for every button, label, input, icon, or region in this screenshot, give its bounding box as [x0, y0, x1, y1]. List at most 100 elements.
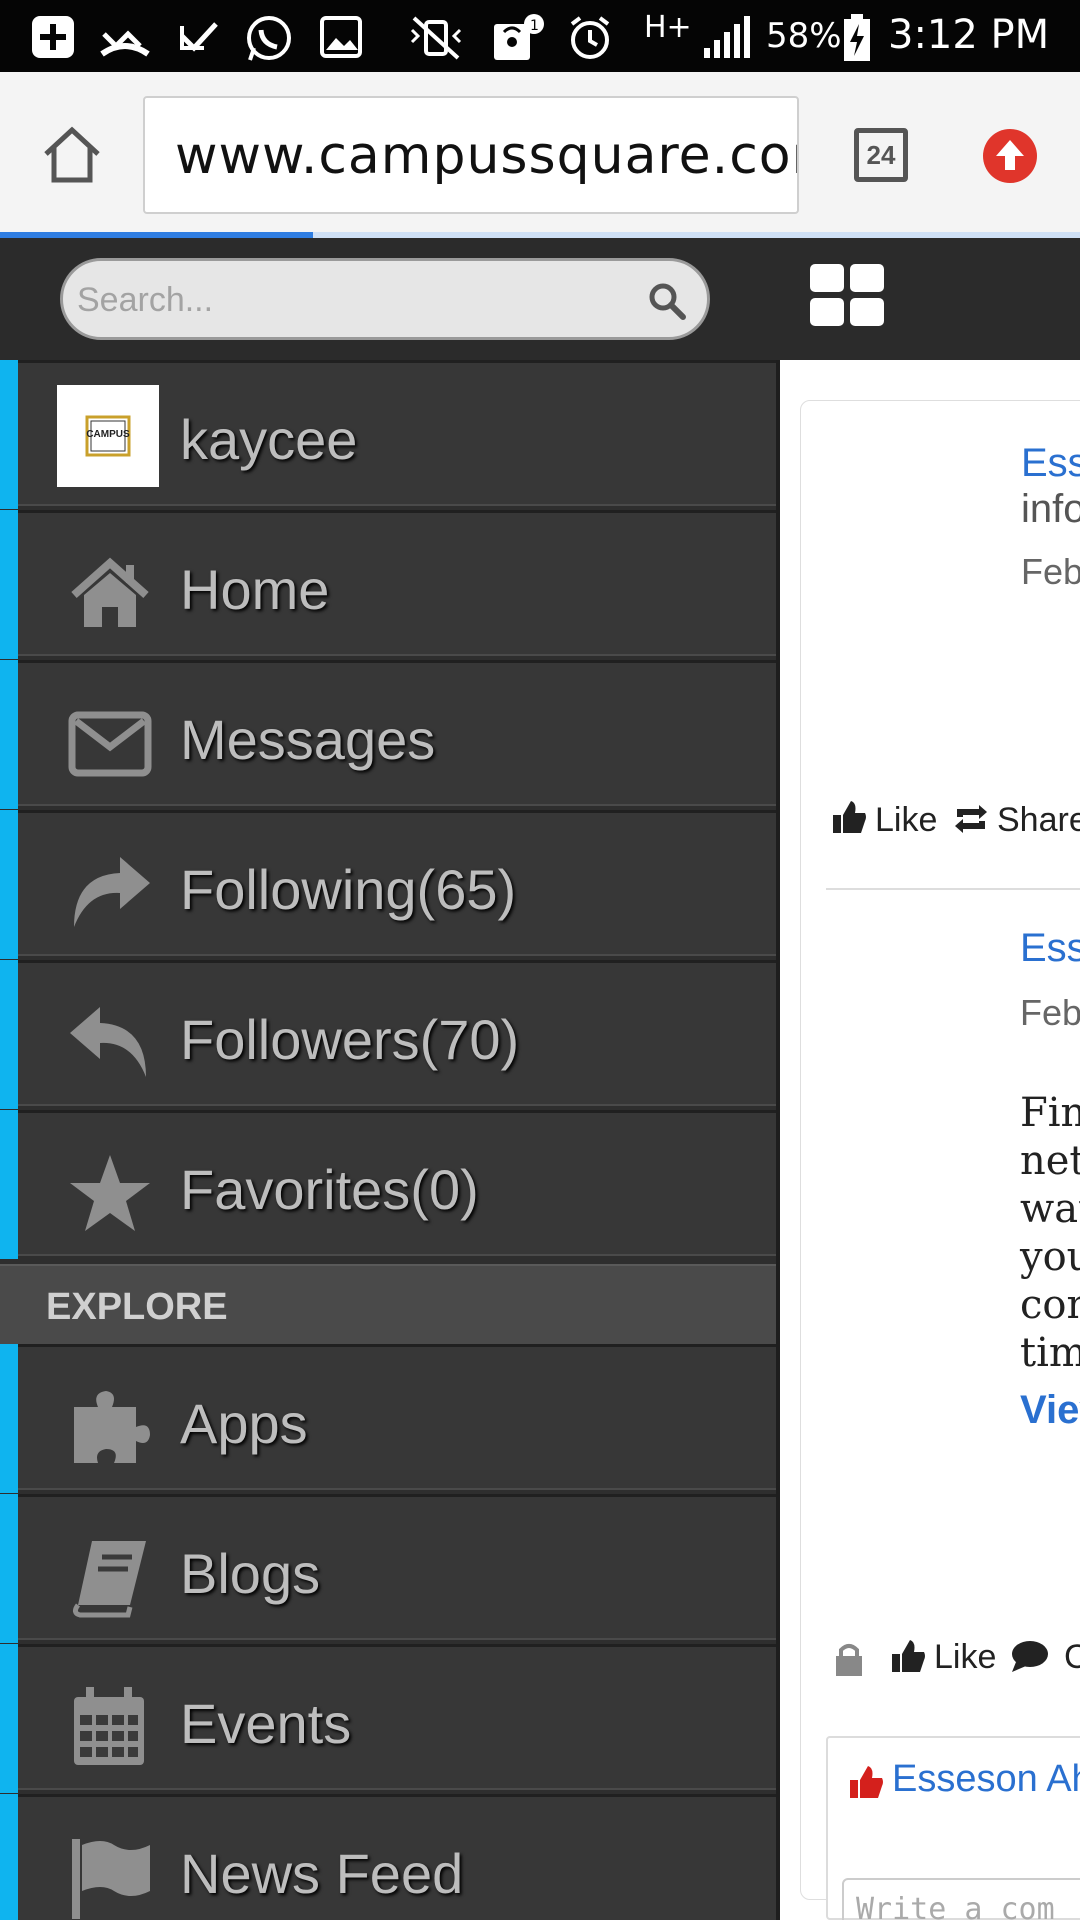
star-icon — [70, 1155, 150, 1231]
liker-name-link[interactable]: Esseson Ah — [892, 1758, 1080, 1801]
flag-icon — [72, 1839, 150, 1919]
hotspot-icon: 1 — [494, 14, 544, 60]
upload-arrow-icon[interactable] — [982, 128, 1038, 184]
battery-charging-icon — [844, 14, 870, 61]
sidebar-edge — [776, 360, 780, 1920]
post-text-line: tim — [1020, 1330, 1080, 1376]
lock-privacy-icon — [836, 1644, 862, 1676]
comment-bubble-icon[interactable] — [1010, 1638, 1050, 1674]
url-text: www.campussquare.com.ng — [175, 126, 797, 186]
post-text-line: net — [1020, 1138, 1080, 1184]
sidebar-item-label: Favorites(0) — [180, 1158, 479, 1221]
reply-arrow-icon — [70, 1007, 146, 1077]
post-text: info — [1021, 487, 1080, 531]
post-author-link[interactable]: Ess — [1021, 441, 1080, 486]
envelope-icon — [68, 711, 152, 777]
post-text-line: you — [1020, 1234, 1080, 1280]
sidebar-item-apps[interactable]: Apps — [0, 1344, 780, 1493]
svg-text:1: 1 — [530, 18, 539, 34]
sidebar-search-area — [0, 238, 780, 360]
calendar-icon — [74, 1687, 144, 1765]
home-icon — [71, 557, 149, 627]
network-type: H+ — [644, 10, 692, 45]
section-header-explore: EXPLORE — [0, 1264, 780, 1344]
sidebar-item-label: Apps — [180, 1392, 308, 1455]
comment-button[interactable]: C — [1064, 1638, 1080, 1677]
post-date: Feb — [1020, 992, 1080, 1033]
sidebar-item-label: News Feed — [180, 1842, 464, 1905]
feed-header — [780, 238, 1080, 360]
share-retweet-icon[interactable] — [951, 803, 991, 835]
item-accent-bar — [0, 1794, 18, 1920]
tab-count: 24 — [866, 140, 896, 170]
book-icon — [72, 1541, 146, 1618]
sidebar-item-following[interactable]: Following(65) — [0, 810, 780, 959]
missed-call-icon — [100, 30, 150, 57]
tabs-button[interactable]: 24 — [854, 128, 908, 182]
item-accent-bar — [0, 360, 18, 509]
sidebar-item-profile[interactable]: CAMPUS kaycee — [0, 360, 780, 509]
post-text-line: Fin — [1020, 1090, 1080, 1136]
item-accent-bar — [0, 1494, 18, 1643]
like-button[interactable]: Like — [875, 801, 937, 840]
sidebar-menu: CAMPUS kaycee Home Messages Following(65… — [0, 238, 780, 1920]
comment-section: Esseson Ah Write a com — [826, 1736, 1080, 1920]
item-accent-bar — [0, 660, 18, 809]
sidebar-item-label: Blogs — [180, 1542, 321, 1605]
checkmark-icon — [180, 22, 218, 52]
battery-percent: 58% — [766, 16, 842, 56]
vibrate-off-icon — [410, 16, 462, 60]
avatar[interactable]: CAMPUS — [57, 385, 159, 487]
puzzle-icon — [74, 1391, 150, 1463]
whatsapp-icon — [247, 16, 291, 61]
sidebar-item-label: Events — [180, 1692, 352, 1755]
search-icon[interactable] — [647, 281, 687, 321]
alarm-icon — [570, 16, 610, 59]
home-button[interactable] — [40, 124, 104, 184]
clock: 3:12 PM — [888, 12, 1050, 58]
thumbs-up-icon[interactable] — [890, 1638, 926, 1674]
item-accent-bar — [0, 1110, 18, 1259]
add-notification-icon — [32, 16, 74, 58]
profile-name: kaycee — [180, 408, 358, 471]
search-input[interactable] — [77, 275, 617, 325]
post-date: Feb — [1021, 551, 1080, 592]
sidebar-item-favorites[interactable]: Favorites(0) — [0, 1110, 780, 1259]
post-author-link[interactable]: Ess — [1020, 926, 1080, 971]
grid-menu-icon[interactable] — [810, 264, 884, 328]
item-accent-bar — [0, 1344, 18, 1493]
sidebar-item-label: Followers(70) — [180, 1008, 520, 1071]
sidebar-item-label: Following(65) — [180, 858, 517, 921]
sidebar-item-messages[interactable]: Messages — [0, 660, 780, 809]
sidebar-item-home[interactable]: Home — [0, 510, 780, 659]
thumbs-up-icon[interactable] — [831, 799, 867, 835]
share-button[interactable]: Share — [997, 801, 1080, 840]
item-accent-bar — [0, 960, 18, 1109]
post-divider — [826, 888, 1080, 890]
like-button[interactable]: Like — [934, 1638, 996, 1677]
sidebar-item-events[interactable]: Events — [0, 1644, 780, 1793]
avatar-logo-text: CAMPUS — [86, 429, 130, 440]
sidebar-item-label: Home — [180, 558, 330, 621]
post-text-line: con — [1020, 1282, 1080, 1328]
url-field[interactable]: www.campussquare.com.ng — [143, 96, 799, 214]
item-accent-bar — [0, 810, 18, 959]
liked-thumbs-up-icon — [850, 1766, 883, 1798]
item-accent-bar — [0, 1644, 18, 1793]
sidebar-item-label: Messages — [180, 708, 436, 771]
browser-toolbar: www.campussquare.com.ng 24 — [0, 72, 1080, 232]
status-bar: 1 H+ 58% 3:12 PM — [0, 0, 1080, 72]
share-arrow-icon — [74, 857, 150, 927]
sidebar-item-news-feed[interactable]: News Feed — [0, 1794, 780, 1920]
section-title: EXPLORE — [46, 1286, 228, 1328]
feed-panel: Ess info Feb Like Share Ess Feb Fin net … — [780, 238, 1080, 1920]
comment-input[interactable]: Write a com — [842, 1878, 1080, 1920]
post-text-line: wat — [1020, 1186, 1080, 1232]
search-box[interactable] — [60, 258, 710, 340]
sidebar-item-followers[interactable]: Followers(70) — [0, 960, 780, 1109]
gallery-icon — [320, 16, 362, 58]
sidebar-item-blogs[interactable]: Blogs — [0, 1494, 780, 1643]
view-more-link[interactable]: Viev — [1020, 1388, 1080, 1433]
signal-icon — [704, 16, 750, 58]
item-accent-bar — [0, 510, 18, 659]
